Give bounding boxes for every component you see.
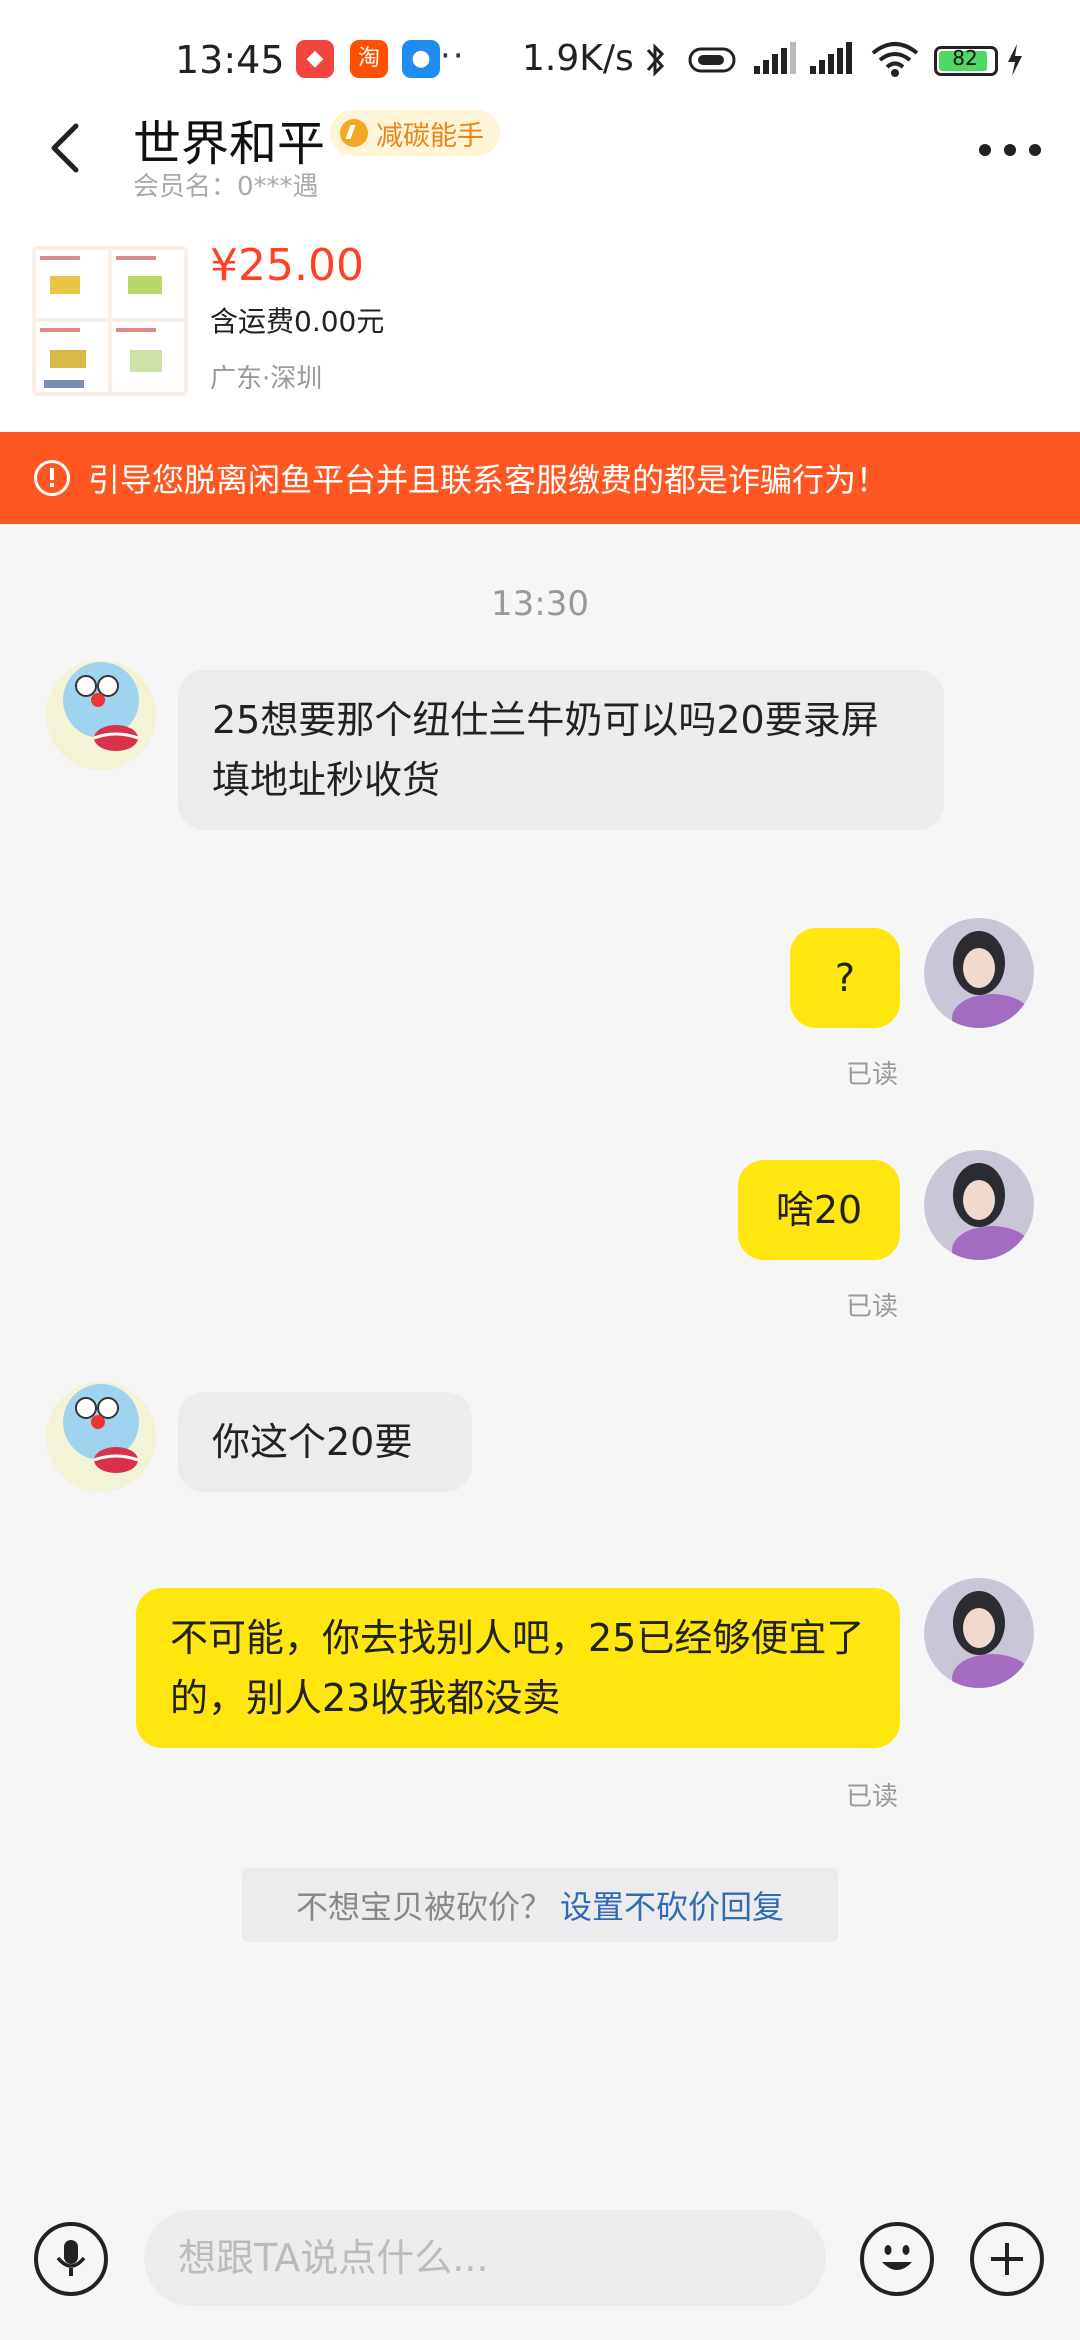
seller-avatar[interactable] <box>46 1382 156 1492</box>
bargain-tip: 不想宝贝被砍价？ 设置不砍价回复 <box>242 1868 838 1942</box>
product-location: 广东·深圳 <box>210 364 323 394</box>
vibrate-icon <box>688 47 736 73</box>
read-status: 已读 <box>846 1292 899 1322</box>
read-status: 已读 <box>846 1060 899 1090</box>
my-avatar[interactable] <box>924 1578 1034 1688</box>
chat-title: 世界和平 <box>133 116 326 172</box>
badge-label: 减碳能手 <box>376 120 484 152</box>
read-status: 已读 <box>846 1782 899 1812</box>
fraud-warning-banner: 引导您脱离闲鱼平台并且联系客服缴费的都是诈骗行为！ <box>0 432 1080 524</box>
member-name: 会员名：0***遇 <box>133 172 319 202</box>
leaf-icon <box>340 119 368 147</box>
seller-avatar[interactable] <box>46 660 156 770</box>
warning-text: 引导您脱离闲鱼平台并且联系客服缴费的都是诈骗行为！ <box>88 461 889 499</box>
product-thumbnail[interactable] <box>32 246 188 396</box>
message-text: 你这个20要 <box>212 1420 413 1464</box>
back-arrow-icon[interactable] <box>40 118 100 178</box>
eco-badge: 减碳能手 <box>330 110 500 156</box>
status-time: 13:45 <box>175 38 285 82</box>
message-text: 25想要那个纽仕兰牛奶可以吗20要录屏填地址秒收货 <box>212 698 879 802</box>
message-notification-icon: ● <box>402 40 440 78</box>
wifi-icon <box>871 42 919 77</box>
tip-text: 不想宝贝被砍价？ <box>295 1888 552 1926</box>
status-bar: 13:45 ◆ 淘 ● ·· 1.9K/s 82 <box>0 0 1080 120</box>
emoji-icon <box>882 2245 912 2270</box>
top-panel: 13:45 ◆ 淘 ● ·· 1.9K/s 82 世界和平 减碳能手 会员名：0… <box>0 0 1080 432</box>
more-icon[interactable] <box>975 130 1045 170</box>
message-bubble[interactable]: 25想要那个纽仕兰牛奶可以吗20要录屏填地址秒收货 <box>178 670 944 830</box>
shipping-info: 含运费0.00元 <box>210 305 385 338</box>
message-text: 不可能，你去找别人吧，25已经够便宜了的，别人23收我都没卖 <box>170 1616 865 1720</box>
message-text: 啥20 <box>775 1188 863 1232</box>
plus-icon <box>991 2243 1023 2275</box>
message-bubble[interactable]: 不可能，你去找别人吧，25已经够便宜了的，别人23收我都没卖 <box>136 1588 900 1748</box>
emoji-button[interactable] <box>860 2222 934 2296</box>
message-bubble[interactable]: 你这个20要 <box>178 1392 472 1492</box>
no-bargain-reply-link[interactable]: 设置不砍价回复 <box>560 1882 784 1928</box>
taobao-notification-icon: 淘 <box>350 40 388 78</box>
message-bubble[interactable]: ? <box>790 928 900 1028</box>
charging-icon <box>1008 44 1022 76</box>
battery-level: 82 <box>952 46 978 70</box>
bluetooth-icon <box>646 43 665 77</box>
warning-icon <box>34 460 70 496</box>
app-notification-icon: ◆ <box>296 40 334 78</box>
more-notifications-dots: ·· <box>440 36 466 76</box>
message-text: ? <box>834 956 856 1000</box>
battery-icon: 82 <box>934 46 998 76</box>
plus-button[interactable] <box>970 2222 1044 2296</box>
my-avatar[interactable] <box>924 918 1034 1028</box>
chat-timestamp: 13:30 <box>491 584 589 624</box>
network-speed: 1.9K/s <box>522 38 634 79</box>
my-avatar[interactable] <box>924 1150 1034 1260</box>
voice-button[interactable] <box>34 2222 108 2296</box>
signal-icon-2 <box>810 42 852 74</box>
signal-icon <box>754 42 796 74</box>
product-price: ¥25.00 <box>210 240 364 291</box>
message-bubble[interactable]: 啥20 <box>738 1160 900 1260</box>
message-input[interactable]: 想跟TA说点什么... <box>144 2210 826 2306</box>
microphone-icon <box>56 2240 86 2276</box>
